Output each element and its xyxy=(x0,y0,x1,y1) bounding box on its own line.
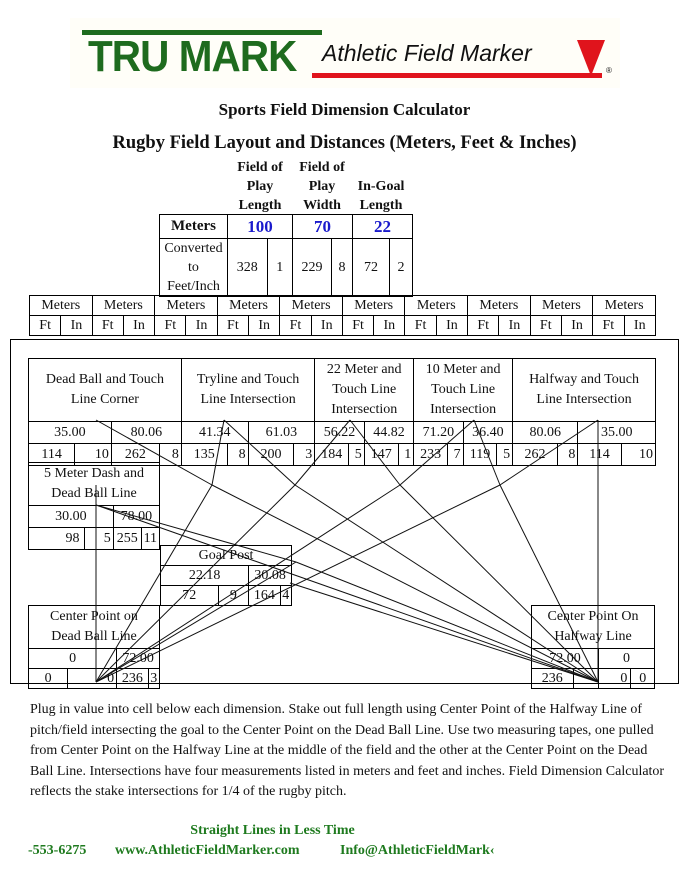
stake-line xyxy=(349,419,401,486)
stake-line xyxy=(289,582,599,683)
stake-line xyxy=(499,419,599,486)
footer-slogan: Straight Lines in Less Time xyxy=(190,823,355,838)
stake-line xyxy=(295,561,599,683)
stake-line xyxy=(95,484,213,683)
stake-line xyxy=(294,484,599,683)
stake-line xyxy=(211,484,599,683)
stake-line xyxy=(95,484,401,683)
stake-line xyxy=(211,419,225,486)
stake-line xyxy=(399,419,475,486)
stake-line xyxy=(95,484,501,683)
instructions-paragraph: Plug in value into cell below each dimen… xyxy=(30,702,665,799)
footer-phone: -553-6275 xyxy=(28,843,87,858)
footer-email-link[interactable]: Info@AthleticFieldMark‹ xyxy=(340,843,495,859)
stake-line xyxy=(95,561,297,683)
stake-line xyxy=(399,484,599,683)
stake-line xyxy=(294,419,351,486)
stake-line xyxy=(223,419,296,486)
stake-line xyxy=(473,419,501,486)
stake-line xyxy=(95,419,213,486)
stake-line xyxy=(95,484,296,683)
footer-website-link[interactable]: www.AthleticFieldMarker.com xyxy=(115,843,300,859)
